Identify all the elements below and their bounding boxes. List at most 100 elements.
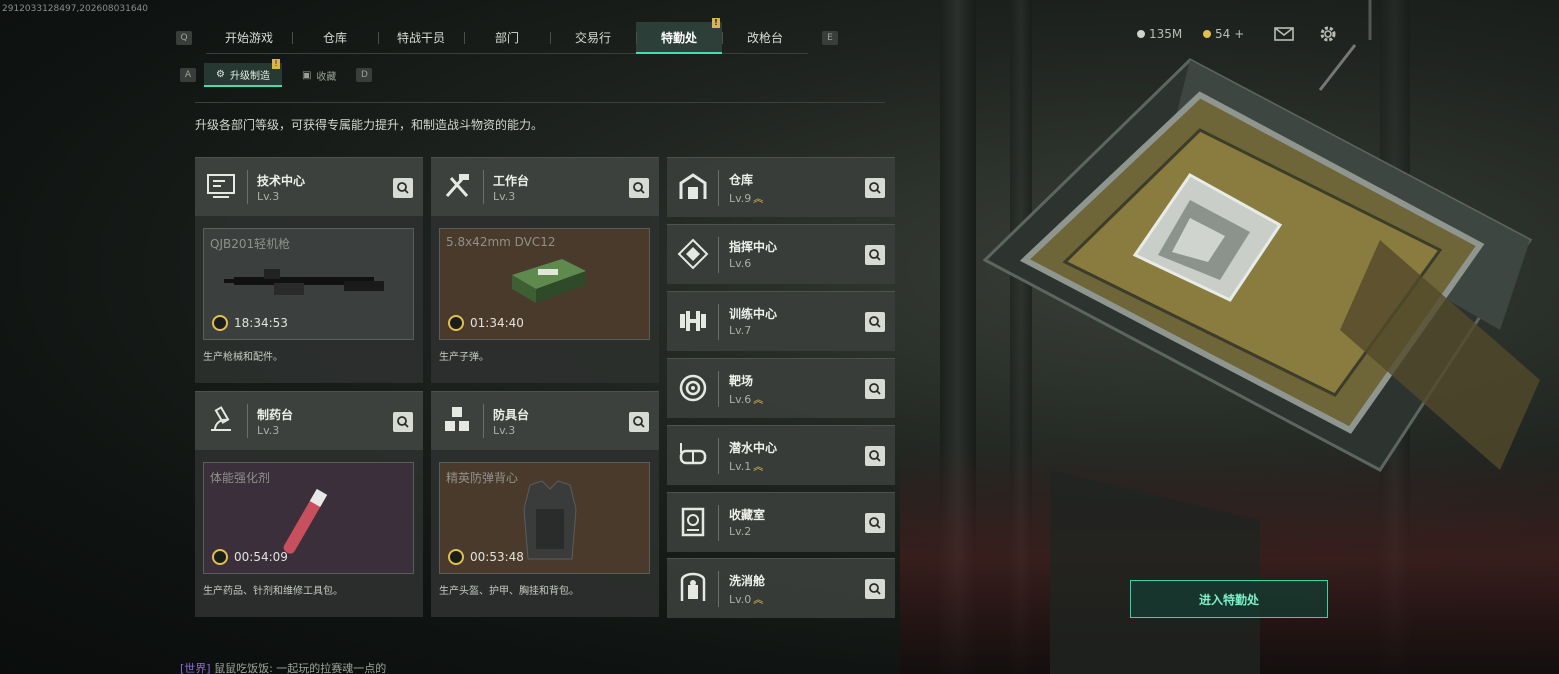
level-text: Lv.6 — [729, 393, 752, 406]
monitor-icon — [205, 170, 237, 202]
product-name: 5.8x42mm DVC12 — [446, 235, 556, 249]
facility-decontamination[interactable]: 洗消舱 Lv.0 ︽ — [667, 558, 895, 618]
level-text: Lv.1 — [729, 460, 752, 473]
tab-label: 仓库 — [322, 31, 347, 45]
facility-level: Lv.6 — [729, 257, 751, 270]
search-icon[interactable] — [865, 245, 885, 265]
subnav-next-key[interactable]: D — [356, 68, 373, 82]
search-icon[interactable] — [865, 446, 885, 466]
subtab-upgrade[interactable]: ⚙ 升级制造 ! — [204, 59, 282, 87]
chat-message: 鼠鼠吃饭饭: 一起玩的拉赛魂一点的 — [214, 662, 387, 674]
tab-special-ops[interactable]: 特勤处! — [636, 18, 722, 54]
upgrade-available-icon: ︽ — [753, 194, 764, 205]
facility-description: 生产头盔、护甲、胸挂和背包。 — [439, 586, 579, 597]
production-card-workbench[interactable]: 工作台 Lv.3 5.8x42mm DVC12 01:34:40 生产子弹。 — [431, 157, 659, 383]
facility-level: Lv.3 — [257, 424, 280, 437]
production-slot[interactable]: 5.8x42mm DVC12 01:34:40 — [439, 228, 650, 340]
tab-trade[interactable]: 交易行 — [550, 22, 636, 54]
search-icon[interactable] — [629, 412, 649, 432]
timer-icon — [448, 315, 464, 331]
coin-icon — [1137, 30, 1145, 38]
tab-label: 改枪台 — [746, 31, 783, 45]
header-separator — [718, 237, 719, 273]
product-name: 体能强化剂 — [210, 471, 271, 485]
tab-department[interactable]: 部门 — [464, 22, 550, 54]
facility-name: 仓库 — [729, 173, 754, 187]
coin-balance[interactable]: 135M — [1137, 27, 1182, 41]
mail-icon[interactable] — [1274, 26, 1294, 46]
production-card-tech-center[interactable]: 技术中心 Lv.3 QJB201轻机枪 18:34:53 生产枪械和配件。 — [195, 157, 423, 383]
facility-shooting-range[interactable]: 靶场 Lv.6 ︽ — [667, 358, 895, 418]
production-slot[interactable]: QJB201轻机枪 18:34:53 — [203, 228, 414, 340]
facility-diving-center[interactable]: 潜水中心 Lv.1 ︽ — [667, 425, 895, 485]
search-icon[interactable] — [865, 178, 885, 198]
background-scene — [900, 0, 1559, 674]
timer-value: 00:53:48 — [470, 550, 524, 564]
facility-level: Lv.2 — [729, 525, 751, 538]
facility-description: 生产枪械和配件。 — [203, 352, 283, 363]
tab-gunsmith[interactable]: 改枪台 — [722, 22, 808, 54]
tab-warehouse[interactable]: 仓库 — [292, 22, 378, 54]
search-icon[interactable] — [393, 412, 413, 432]
microscope-icon — [205, 404, 237, 436]
armor-vest-image — [523, 480, 577, 560]
enter-special-ops-button[interactable]: 进入特勤处 — [1130, 580, 1328, 618]
nav-prev-key[interactable]: Q — [176, 31, 192, 45]
target-icon — [677, 372, 709, 404]
search-icon[interactable] — [629, 178, 649, 198]
subnav-prev-key[interactable]: A — [180, 68, 196, 82]
search-icon[interactable] — [865, 379, 885, 399]
tab-start-game[interactable]: 开始游戏 — [206, 22, 292, 54]
facility-level: Lv.9 ︽ — [729, 190, 763, 205]
search-icon[interactable] — [865, 513, 885, 533]
timer-value: 01:34:40 — [470, 316, 524, 330]
facility-name: 靶场 — [729, 374, 754, 388]
production-slot[interactable]: 体能强化剂 00:54:09 — [203, 462, 414, 574]
facility-training-center[interactable]: 训练中心 Lv.7 — [667, 291, 895, 351]
header-separator — [483, 170, 484, 204]
coin-amount: 135M — [1149, 27, 1183, 41]
tools-icon — [441, 170, 473, 202]
production-timer: 00:53:48 — [448, 549, 524, 565]
subtab-label: 收藏 — [316, 71, 337, 83]
production-slot[interactable]: 精英防弹背心 00:53:48 — [439, 462, 650, 574]
header-separator — [718, 505, 719, 541]
facility-level: Lv.3 — [493, 424, 516, 437]
timer-value: 00:54:09 — [234, 550, 288, 564]
facility-command-center[interactable]: 指挥中心 Lv.6 — [667, 224, 895, 284]
search-icon[interactable] — [393, 178, 413, 198]
production-card-pharmacy[interactable]: 制药台 Lv.3 体能强化剂 00:54:09 生产药品、针剂和维修工具包。 — [195, 391, 423, 617]
debug-id: 2912033128497,202608031640 — [2, 4, 149, 14]
facility-name: 工作台 — [493, 174, 530, 188]
ticket-balance[interactable]: 54 + — [1203, 27, 1244, 41]
machine-gun-image — [224, 269, 384, 295]
facility-collection-room[interactable]: 收藏室 Lv.2 — [667, 492, 895, 552]
timer-icon — [212, 549, 228, 565]
chat-channel: [世界] — [180, 662, 211, 674]
page-description: 升级各部门等级，可获得专属能力提升，和制造战斗物资的能力。 — [195, 118, 544, 132]
search-icon[interactable] — [865, 312, 885, 332]
timer-icon — [448, 549, 464, 565]
header-separator — [718, 170, 719, 206]
notification-badge: ! — [712, 18, 720, 28]
subtab-collection[interactable]: ▣ 收藏 — [290, 63, 348, 87]
chat-line[interactable]: [世界] 鼠鼠吃饭饭: 一起玩的拉赛魂一点的 — [180, 660, 386, 674]
facility-level: Lv.1 ︽ — [729, 458, 763, 473]
ticket-icon — [1203, 30, 1211, 38]
facility-level: Lv.3 — [257, 190, 280, 203]
tab-label: 交易行 — [574, 31, 611, 45]
header-separator — [718, 571, 719, 607]
add-currency-button[interactable]: + — [1234, 27, 1244, 41]
level-text: Lv.7 — [729, 324, 752, 337]
product-name: QJB201轻机枪 — [210, 237, 291, 251]
subtab-label: 升级制造 — [229, 70, 270, 82]
production-timer: 18:34:53 — [212, 315, 288, 331]
production-card-armor[interactable]: 防具台 Lv.3 精英防弹背心 00:53:48 生产头盔、护甲、胸挂和背包。 — [431, 391, 659, 617]
settings-gear-icon[interactable] — [1318, 24, 1338, 48]
tab-operators[interactable]: 特战干员 — [378, 22, 464, 54]
search-icon[interactable] — [865, 579, 885, 599]
nav-next-key[interactable]: E — [822, 31, 838, 45]
header-separator — [718, 304, 719, 340]
tab-label: 特勤处 — [660, 30, 697, 45]
facility-warehouse[interactable]: 仓库 Lv.9 ︽ — [667, 157, 895, 217]
